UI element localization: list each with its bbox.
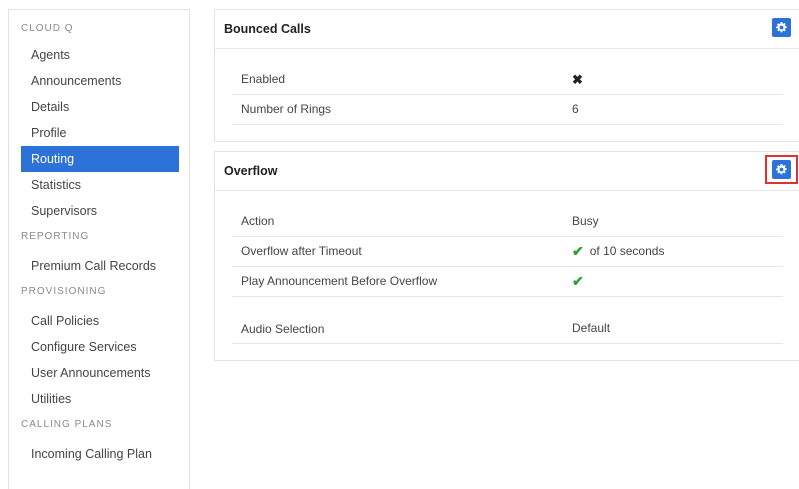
section-header-reporting: REPORTING	[21, 231, 90, 242]
table-row: Play Announcement Before Overflow ✔	[232, 267, 783, 297]
overflow-header: Overflow	[215, 152, 799, 191]
sidebar-item-statistics[interactable]: Statistics	[9, 172, 189, 198]
sidebar-item-agents[interactable]: Agents	[9, 42, 189, 68]
bounced-calls-panel: Bounced Calls Enabled ✖ Number of Rings …	[214, 9, 799, 142]
sidebar-item-profile[interactable]: Profile	[9, 120, 189, 146]
sidebar-item-incoming-calling-plan[interactable]: Incoming Calling Plan	[9, 441, 189, 467]
row-label: Enabled	[241, 72, 286, 86]
x-icon: ✖	[572, 72, 583, 87]
gear-icon	[776, 164, 787, 175]
table-row: Number of Rings 6	[232, 95, 783, 125]
sidebar-item-configure-services[interactable]: Configure Services	[9, 334, 189, 360]
row-label: Action	[241, 214, 275, 228]
check-icon: ✔	[572, 243, 584, 259]
row-label: Number of Rings	[241, 102, 332, 116]
bounced-calls-settings-button[interactable]	[772, 18, 791, 37]
section-header-cloud-q: CLOUD Q	[21, 23, 74, 34]
row-value: Default	[572, 321, 611, 335]
panel-title: Overflow	[224, 164, 278, 178]
sidebar-item-call-policies[interactable]: Call Policies	[9, 308, 189, 334]
bounced-calls-header: Bounced Calls	[215, 10, 799, 49]
section-header-calling-plans: CALLING PLANS	[21, 419, 113, 430]
row-value: Busy	[572, 214, 599, 228]
sidebar-item-premium-call-records[interactable]: Premium Call Records	[9, 253, 189, 279]
row-value: of 10 seconds	[589, 244, 665, 258]
panel-title: Bounced Calls	[224, 22, 311, 36]
overflow-settings-button[interactable]	[772, 160, 791, 179]
row-value: 6	[572, 102, 579, 116]
table-row: Action Busy	[232, 207, 783, 237]
overflow-panel: Overflow Action Busy Overflow after Time…	[214, 151, 799, 361]
check-icon: ✔	[572, 273, 584, 289]
sidebar-item-announcements[interactable]: Announcements	[9, 68, 189, 94]
gear-icon	[776, 22, 787, 33]
table-row: Overflow after Timeout ✔ of 10 seconds	[232, 237, 783, 267]
section-header-provisioning: PROVISIONING	[21, 286, 107, 297]
table-row: Enabled ✖	[232, 65, 783, 95]
sidebar-item-details[interactable]: Details	[9, 94, 189, 120]
row-label: Audio Selection	[241, 322, 325, 336]
row-label: Overflow after Timeout	[241, 244, 362, 258]
sidebar-item-routing[interactable]: Routing	[21, 146, 179, 172]
table-row: Audio Selection Default	[232, 297, 783, 344]
sidebar-nav: CLOUD Q Agents Announcements Details Pro…	[8, 9, 190, 489]
row-label: Play Announcement Before Overflow	[241, 274, 438, 288]
sidebar-item-user-announcements[interactable]: User Announcements	[9, 360, 189, 386]
sidebar-item-supervisors[interactable]: Supervisors	[9, 198, 189, 224]
sidebar-item-utilities[interactable]: Utilities	[9, 386, 189, 412]
